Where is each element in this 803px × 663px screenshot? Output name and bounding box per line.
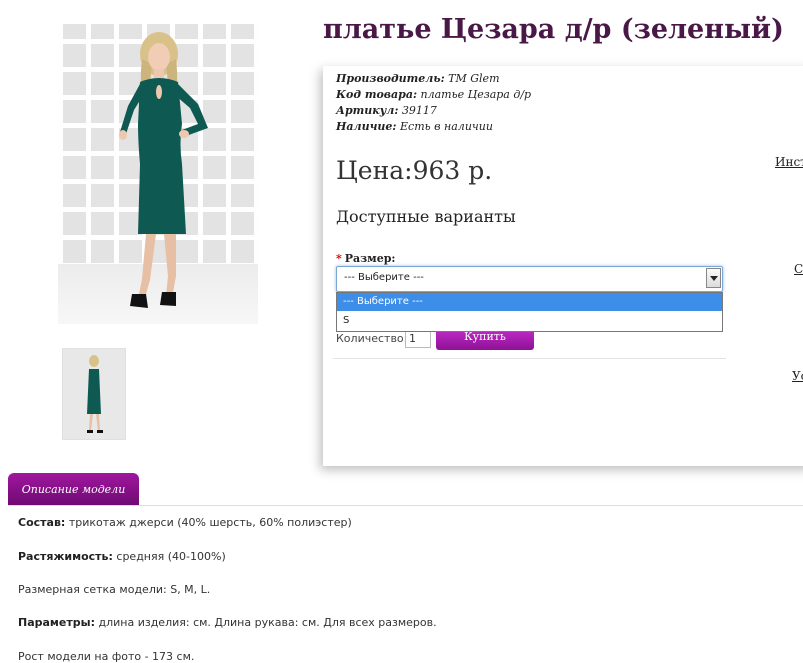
description-model-height: Рост модели на фото - 173 см. [18,650,195,663]
side-link-1[interactable]: Инст [775,155,803,169]
product-price: Цена:963 р. [336,156,493,185]
stretch-label: Растяжимость: [18,550,113,563]
required-mark: * [336,252,342,265]
description-composition: Состав: трикотаж джерси (40% шерсть, 60%… [18,516,352,529]
availability-line: Наличие: Есть в наличии [336,120,493,133]
product-title: платье Цезара д/р (зеленый) [323,14,784,45]
tab-underline [8,505,803,506]
product-code-line: Код товара: платье Цезара д/р [336,88,531,101]
options-heading: Доступные варианты [336,207,516,226]
description-stretch: Растяжимость: средняя (40-100%) [18,550,226,563]
article-label: Артикул: [336,104,399,117]
description-size-grid: Размерная сетка модели: S, M, L. [18,583,211,596]
chevron-down-icon[interactable] [706,268,721,288]
side-link-2[interactable]: С [794,262,803,276]
manufacturer-value[interactable]: ТМ Glem [448,72,499,85]
size-select-value: --- Выберите --- [344,272,424,283]
size-option-placeholder[interactable]: --- Выберите --- [337,293,722,311]
article-line: Артикул: 39117 [336,104,437,117]
product-info-panel: Производитель: ТМ Glem Код товара: плать… [323,66,803,466]
description-parameters: Параметры: длина изделия: см. Длина рука… [18,616,437,629]
size-option-s[interactable]: S [337,312,722,330]
size-label: * Размер: [336,252,396,265]
availability-value: Есть в наличии [400,120,493,133]
availability-label: Наличие: [336,120,397,133]
product-code-label: Код товара: [336,88,418,101]
product-thumbnail[interactable] [62,348,126,440]
composition-label: Состав: [18,516,66,529]
quantity-label: Количество: [336,332,408,345]
size-select[interactable]: --- Выберите --- [336,266,723,292]
parameters-value: длина изделия: см. Длина рукава: см. Для… [98,616,437,629]
stretch-value: средняя (40-100%) [116,550,226,563]
size-dropdown-list[interactable]: --- Выберите --- S [336,292,723,332]
product-main-image[interactable] [58,24,258,324]
tab-description[interactable]: Описание модели [8,473,139,506]
composition-value: трикотаж джерси (40% шерсть, 60% полиэст… [68,516,352,529]
product-code-value: платье Цезара д/р [420,88,532,101]
manufacturer-label: Производитель: [336,72,445,85]
panel-divider [333,358,726,359]
parameters-label: Параметры: [18,616,95,629]
manufacturer-line: Производитель: ТМ Glem [336,72,500,85]
side-link-3[interactable]: Ус [792,369,803,383]
thumbnail-figure [63,349,125,439]
model-figure [119,32,208,308]
article-value: 39117 [401,104,437,117]
